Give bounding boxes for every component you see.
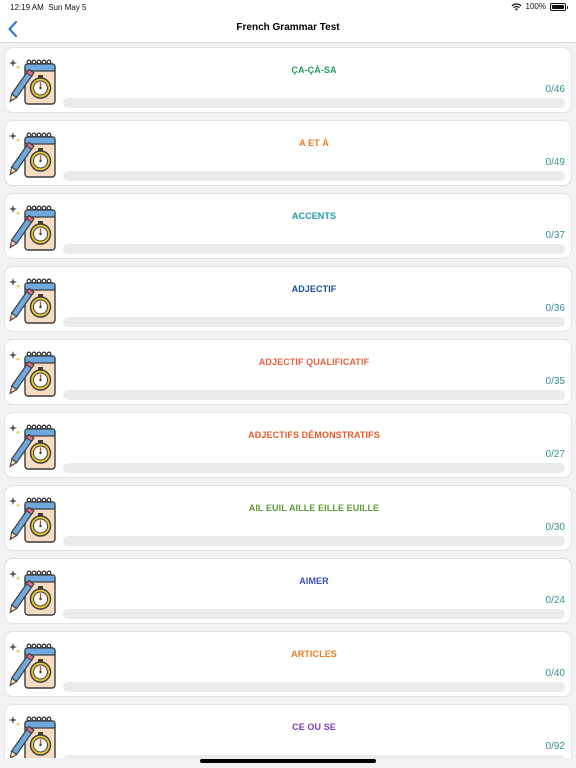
topic-card[interactable]: ADJECTIF QUALIFICATIF 0/35 — [4, 339, 572, 405]
notebook-stopwatch-pencil-icon — [7, 348, 59, 400]
topic-card[interactable]: ADJECTIFS DÉMONSTRATIFS 0/27 — [4, 412, 572, 478]
topic-progress-bar — [63, 317, 565, 327]
topic-title: A ET À — [299, 138, 329, 148]
topic-progress-bar — [63, 682, 565, 692]
topic-progress-bar — [63, 244, 565, 254]
topic-progress-count: 0/36 — [545, 303, 565, 314]
topic-progress-bar — [63, 390, 565, 400]
topic-title: AIL EUIL AILLE EILLE EUILLE — [248, 503, 380, 513]
notebook-stopwatch-pencil-icon — [7, 275, 59, 327]
battery-percent: 100% — [525, 2, 546, 11]
notebook-stopwatch-pencil-icon — [7, 129, 59, 181]
topic-progress-count: 0/49 — [545, 157, 565, 168]
topic-progress-bar — [63, 98, 565, 108]
notebook-stopwatch-pencil-icon — [7, 421, 59, 473]
topic-progress-count: 0/40 — [545, 668, 565, 679]
topic-title: ADJECTIFS DÉMONSTRATIFS — [248, 430, 380, 440]
notebook-stopwatch-pencil-icon — [7, 567, 59, 619]
topic-progress-bar — [63, 536, 565, 546]
topic-progress-bar — [63, 609, 565, 619]
topic-title: ADJECTIF — [291, 284, 337, 294]
topic-card[interactable]: A ET À 0/49 — [4, 120, 572, 186]
topic-progress-count: 0/46 — [545, 84, 565, 95]
topic-title: ARTICLES — [291, 649, 337, 659]
topic-progress-bar — [63, 463, 565, 473]
topic-card[interactable]: ARTICLES 0/40 — [4, 631, 572, 697]
topic-progress-count: 0/92 — [545, 741, 565, 752]
topic-progress-count: 0/24 — [545, 595, 565, 606]
wifi-icon — [511, 2, 522, 11]
topic-progress-count: 0/37 — [545, 230, 565, 241]
topic-progress-count: 0/30 — [545, 522, 565, 533]
status-date-text: Sun May 5 — [48, 3, 87, 12]
topic-title: CE OU SE — [292, 722, 336, 732]
topic-card[interactable]: AIL EUIL AILLE EILLE EUILLE 0/30 — [4, 485, 572, 551]
navigation-bar: French Grammar Test — [0, 16, 576, 43]
topic-card[interactable]: ADJECTIF 0/36 — [4, 266, 572, 332]
status-time-text: 12:19 AM — [10, 3, 44, 12]
topic-progress-bar — [63, 755, 565, 758]
topic-title: ADJECTIF QUALIFICATIF — [258, 357, 370, 367]
topic-progress-count: 0/35 — [545, 376, 565, 387]
topic-card[interactable]: AIMER 0/24 — [4, 558, 572, 624]
topic-list[interactable]: ÇA-ÇÀ-SA 0/46 A ET À 0/49 ACCENTS 0/37 A… — [0, 43, 576, 758]
status-bar: 12:19 AM Sun May 5 100% — [0, 0, 576, 16]
topic-card[interactable]: CE OU SE 0/92 — [4, 704, 572, 758]
topic-title: AIMER — [299, 576, 329, 586]
status-time: 12:19 AM Sun May 5 — [10, 3, 87, 12]
notebook-stopwatch-pencil-icon — [7, 56, 59, 108]
notebook-stopwatch-pencil-icon — [7, 202, 59, 254]
topic-card[interactable]: ÇA-ÇÀ-SA 0/46 — [4, 47, 572, 113]
page-title: French Grammar Test — [236, 22, 340, 33]
status-right: 100% — [511, 2, 568, 11]
topic-card[interactable]: ACCENTS 0/37 — [4, 193, 572, 259]
topic-progress-bar — [63, 171, 565, 181]
notebook-stopwatch-pencil-icon — [7, 640, 59, 692]
topic-title: ACCENTS — [291, 211, 337, 221]
topic-progress-count: 0/27 — [545, 449, 565, 460]
battery-icon — [550, 2, 568, 11]
notebook-stopwatch-pencil-icon — [7, 494, 59, 546]
topic-title: ÇA-ÇÀ-SA — [291, 65, 337, 75]
home-indicator — [200, 759, 376, 763]
notebook-stopwatch-pencil-icon — [7, 713, 59, 758]
